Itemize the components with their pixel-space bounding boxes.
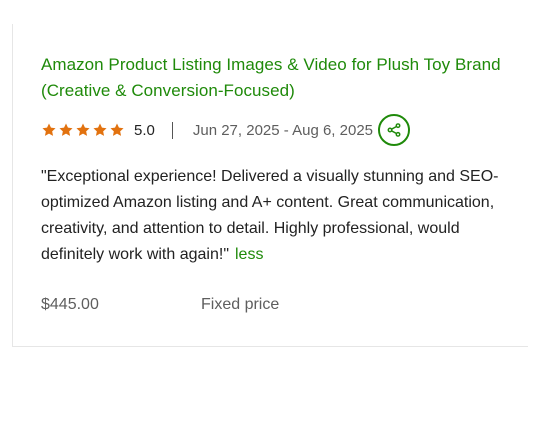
share-button[interactable] <box>378 114 411 146</box>
star-rating <box>41 122 125 138</box>
review-text: "Exceptional experience! Delivered a vis… <box>41 164 511 268</box>
share-icon <box>386 122 402 138</box>
job-title[interactable]: Amazon Product Listing Images & Video fo… <box>41 52 501 104</box>
review-card: Amazon Product Listing Images & Video fo… <box>12 24 528 347</box>
price: $445.00 <box>41 296 99 313</box>
rating-row: 5.0 Jun 27, 2025 - Aug 6, 2025 <box>41 114 411 146</box>
divider <box>171 121 173 139</box>
star-icon <box>92 122 108 138</box>
star-icon <box>41 122 57 138</box>
contract-dates: Jun 27, 2025 - Aug 6, 2025 <box>192 121 374 139</box>
star-icon <box>58 122 74 138</box>
star-icon <box>75 122 91 138</box>
price-type: Fixed price <box>201 296 280 313</box>
star-icon <box>109 122 125 138</box>
review-body: "Exceptional experience! Delivered a vis… <box>41 168 499 263</box>
less-link[interactable]: less <box>235 246 263 263</box>
rating-score: 5.0 <box>134 121 155 139</box>
